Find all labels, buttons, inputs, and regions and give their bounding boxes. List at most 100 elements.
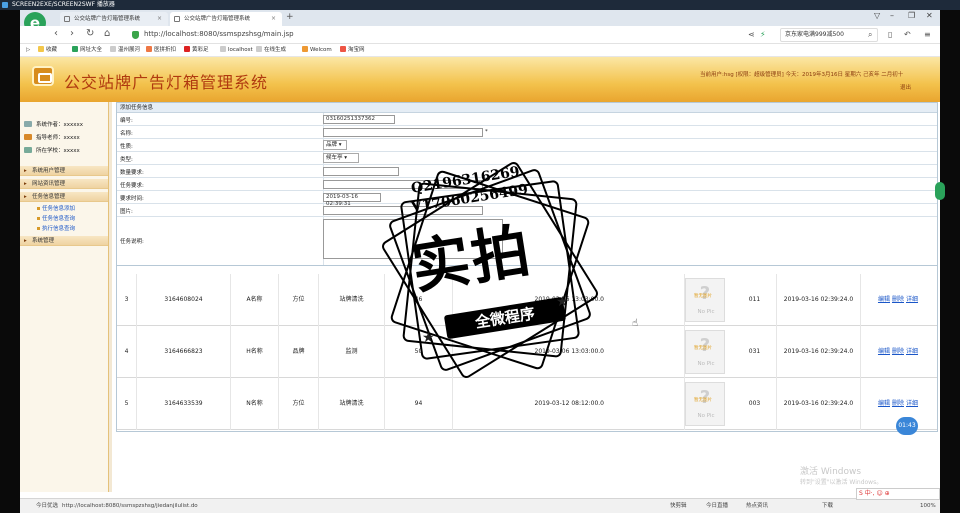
submenu-exec-query[interactable]: 执行信息查询 [36,224,75,232]
tab-strip: e 公交站牌广告灯箱管理系统 × 公交站牌广告灯箱管理系统 × + ▽ – ❐ … [20,10,940,34]
menu-news-management[interactable]: 网站资讯管理 [20,179,108,189]
forward-icon[interactable]: › [70,28,74,39]
cursor-icon: ☝ [632,318,639,329]
share-icon[interactable]: ⋖ [748,30,755,39]
field-label: 任务要求: [120,183,144,189]
detail-link[interactable]: 详细 [906,296,918,303]
security-shield-icon [132,31,139,39]
submenu-task-query[interactable]: 任务信息查询 [36,214,75,222]
ime-toolbar[interactable]: S 中·, ☺ ⊕ [856,488,940,500]
tab-2-label: 公交站牌广告灯箱管理系统 [184,16,251,22]
cell-nature: 方位 [279,274,319,326]
lightning-icon[interactable]: ⚡ [760,30,766,39]
status-item[interactable]: 下载 [822,499,833,513]
bookmark-item[interactable]: 收藏 [38,46,57,55]
logout-link[interactable]: 退出 [900,83,911,91]
menu-user-management[interactable]: 系统用户管理 [20,166,108,176]
field-label: 编号: [120,118,133,124]
cell-name: H名称 [231,326,279,378]
left-letterbox [0,10,20,513]
status-bar: 今日优选 http://localhost:8080/ssmspzshsg/ji… [20,498,940,513]
search-icon[interactable]: ⌕ [868,30,872,40]
close-window-icon[interactable]: ✕ [926,11,933,20]
edit-link[interactable]: 编辑 [878,296,890,303]
bookmark-item[interactable]: 温州展河 [110,46,140,55]
home-icon[interactable]: ⌂ [104,28,110,39]
bookmark-item[interactable]: 黄彩足 [184,46,209,55]
cell-index: 4 [117,326,137,378]
bookmark-item[interactable]: localhost [220,46,253,55]
shirt-icon[interactable]: ▽ [874,11,880,20]
edit-link[interactable]: 编辑 [878,400,890,407]
delete-link[interactable]: 删除 [892,400,904,407]
menu-system-management[interactable]: 系统管理 [20,236,108,246]
no-pic-image: ? 暂无图片 No Pic [685,330,725,374]
no-pic-image: ? 暂无图片 No Pic [685,278,725,322]
right-letterbox [940,10,960,513]
sidebar-splitter[interactable] [108,102,112,492]
tab-1[interactable]: 公交站牌广告灯箱管理系统 × [60,12,168,26]
zoom-level[interactable]: 100% [920,499,936,513]
sidebar-toggle-icon[interactable]: ▷ [26,46,30,55]
row-actions: 编辑 删除 详细 [861,274,937,326]
refresh-icon[interactable]: ↻ [86,28,94,39]
menu-task-management[interactable]: 任务信息管理 [20,192,108,202]
close-icon[interactable]: × [157,12,162,26]
status-item[interactable]: 快剪辑 [670,499,687,513]
new-tab-icon[interactable]: + [286,12,294,22]
cell-num: 031 [733,326,777,378]
bookmark-item[interactable]: 医拼折扣 [146,46,176,55]
bookmark-item[interactable]: 淘宝网 [340,46,365,55]
form-row: 名称: * [117,126,937,139]
detail-link[interactable]: 详细 [906,348,918,355]
minimize-icon[interactable]: – [890,11,894,20]
edit-link[interactable]: 编辑 [878,348,890,355]
field-label: 类型: [120,157,133,163]
menu-icon[interactable]: ≡ [924,30,931,39]
status-item[interactable]: 今日直播 [706,499,728,513]
type-select[interactable]: 候车亭 ▾ [323,153,359,163]
timer-badge[interactable]: 01:43 [896,417,918,435]
field-label: 名称: [120,131,133,137]
user-info: 当前用户:hsg [权限：超级管理员] 今天：2019年3月16日 星期六 己亥… [700,72,904,78]
windows-activation-hint: 转到"设置"以激活 Windows。 [800,479,883,486]
form-title: 添加任务信息 [117,103,937,113]
phone-icon[interactable]: ▯ [888,30,892,39]
status-left[interactable]: 今日优选 [36,499,58,513]
bookmark-item[interactable]: Welcom [302,46,332,55]
star-icon: ★ [422,330,435,346]
page-icon [64,16,70,22]
address-bar: ‹ › ↻ ⌂ http://localhost:8080/ssmspzshsg… [20,26,940,44]
back-icon[interactable]: ‹ [54,28,58,39]
windows-activation-title: 激活 Windows [800,467,862,477]
status-item[interactable]: 热点资讯 [746,499,768,513]
cell-code: 3164608024 [137,274,231,326]
close-icon[interactable]: × [271,12,276,26]
tab-2[interactable]: 公交站牌广告灯箱管理系统 × [170,12,282,26]
delete-link[interactable]: 删除 [892,348,904,355]
bookmark-item[interactable]: 在线生成 [256,46,286,55]
restore-icon[interactable]: ❐ [908,11,915,20]
cell-num: 003 [733,378,777,430]
info-author: 系统作者：xxxxxx [24,120,83,128]
submenu-task-add[interactable]: 任务信息添加 [36,204,75,212]
page-icon [174,16,180,22]
cell-name: A名称 [231,274,279,326]
field-label: 性质: [120,144,133,150]
cell-name: N名称 [231,378,279,430]
url-field[interactable]: http://localhost:8080/ssmspzshsg/main.js… [144,30,294,38]
delete-link[interactable]: 删除 [892,296,904,303]
info-teacher: 指导老师：xxxxx [24,133,80,141]
cell-time: 2019-03-16 02:39:24.0 [777,378,861,430]
search-input[interactable]: 京东家电满999减500 [780,28,878,42]
name-input[interactable] [323,128,483,137]
no-pic-image: ? 暂无图片 No Pic [685,382,725,426]
side-float-button[interactable] [935,182,945,200]
detail-link[interactable]: 详细 [906,400,918,407]
player-title-text: SCREEN2EXE/SCREEN2SWF 播放器 [12,1,115,8]
nature-select[interactable]: 品牌 ▾ [323,140,347,150]
undo-icon[interactable]: ↶ [904,30,911,39]
bookmark-item[interactable]: 网址大全 [72,46,102,55]
code-input[interactable]: 03160251337362 [323,115,395,124]
field-label: 图片: [120,209,133,215]
